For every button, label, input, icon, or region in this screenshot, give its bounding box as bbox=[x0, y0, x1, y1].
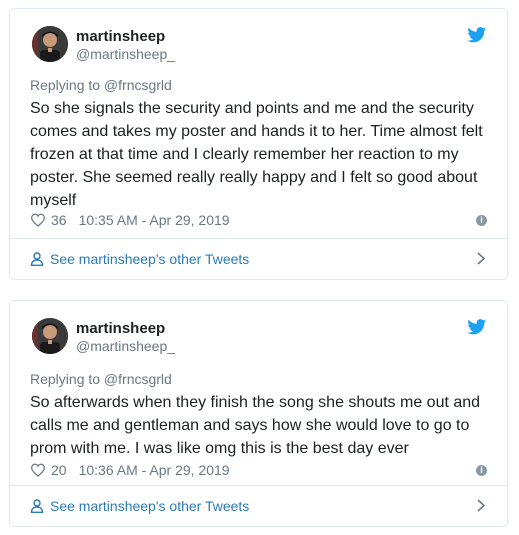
avatar[interactable] bbox=[32, 26, 68, 62]
timestamp[interactable]: 10:36 AM - Apr 29, 2019 bbox=[79, 462, 230, 478]
like-count: 20 bbox=[51, 462, 67, 478]
like-count: 36 bbox=[51, 212, 67, 228]
tweet-header: martinsheep @martinsheep_ bbox=[10, 9, 507, 67]
tweet-footer[interactable]: See martinsheep's other Tweets bbox=[10, 238, 507, 279]
tweet-footer[interactable]: See martinsheep's other Tweets bbox=[10, 485, 507, 526]
replying-to[interactable]: Replying to @frncsgrld bbox=[30, 371, 172, 387]
tweet-meta: 36 10:35 AM - Apr 29, 2019 bbox=[30, 211, 230, 229]
heart-icon[interactable] bbox=[30, 213, 46, 227]
heart-icon[interactable] bbox=[30, 463, 46, 477]
avatar[interactable] bbox=[32, 318, 68, 354]
display-name[interactable]: martinsheep bbox=[76, 28, 165, 45]
info-icon[interactable]: i bbox=[476, 215, 487, 226]
user-handle[interactable]: @martinsheep_ bbox=[76, 338, 175, 354]
twitter-bird-icon[interactable] bbox=[467, 319, 487, 335]
user-handle[interactable]: @martinsheep_ bbox=[76, 46, 175, 62]
tweet-card[interactable]: martinsheep @martinsheep_ Replying to @f… bbox=[9, 300, 508, 527]
chevron-right-icon[interactable] bbox=[477, 252, 485, 265]
tweet-text: So she signals the security and points a… bbox=[30, 100, 483, 209]
chevron-right-icon[interactable] bbox=[477, 499, 485, 512]
timestamp[interactable]: 10:35 AM - Apr 29, 2019 bbox=[79, 212, 230, 228]
replying-to[interactable]: Replying to @frncsgrld bbox=[30, 77, 172, 93]
see-other-tweets-link[interactable]: See martinsheep's other Tweets bbox=[50, 498, 249, 514]
see-other-tweets-link[interactable]: See martinsheep's other Tweets bbox=[50, 251, 249, 267]
person-icon bbox=[30, 252, 44, 266]
display-name[interactable]: martinsheep bbox=[76, 320, 165, 337]
tweet-meta: 20 10:36 AM - Apr 29, 2019 bbox=[30, 461, 230, 479]
tweet-card[interactable]: martinsheep @martinsheep_ Replying to @f… bbox=[9, 8, 508, 280]
twitter-bird-icon[interactable] bbox=[467, 27, 487, 43]
person-icon bbox=[30, 499, 44, 513]
tweet-text: So afterwards when they finish the song … bbox=[30, 394, 481, 457]
tweet-header: martinsheep @martinsheep_ bbox=[10, 301, 507, 359]
info-icon[interactable]: i bbox=[476, 465, 487, 476]
